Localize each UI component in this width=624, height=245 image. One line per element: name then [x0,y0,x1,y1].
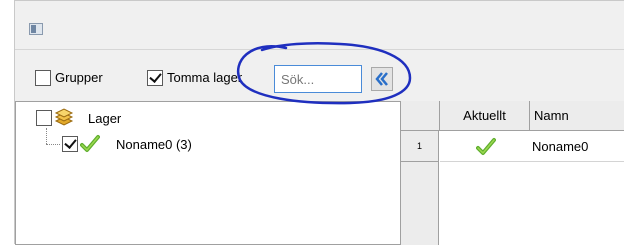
tree-item-label: Noname0 (3) [116,137,192,152]
application-window: Grupper Tomma lager Lager Noname0 (3) [14,0,624,245]
group-checkbox[interactable] [35,70,51,86]
storage-grid: Aktuellt Namn 1 Noname0 [401,101,624,245]
grid-body: 1 Noname0 [401,131,624,245]
collapse-panel-button[interactable] [371,67,393,91]
green-check-icon [476,138,496,155]
double-chevron-left-icon [375,72,388,86]
grid-corner-cell[interactable] [401,101,440,131]
stack-icon [54,108,74,126]
tree-root-label: Lager [88,111,122,126]
search-input[interactable] [274,65,362,93]
table-row-name-cell[interactable]: Noname0 [530,131,624,162]
tree-connector [46,144,60,145]
tree-root-checkbox[interactable] [36,110,52,126]
row-header-fill [401,162,439,245]
tree-connector [46,128,47,144]
grid-header: Aktuellt Namn [401,101,624,131]
storage-tree[interactable]: Lager Noname0 (3) [15,101,401,245]
empty-storage-checkbox[interactable] [147,70,163,86]
column-header-name[interactable]: Namn [530,101,624,131]
green-check-icon [80,135,100,152]
tree-item-checkbox[interactable] [62,136,78,152]
group-label: Grupper [55,70,103,85]
title-divider [15,49,624,50]
empty-storage-label: Tomma lager [167,70,243,85]
table-row-current-cell[interactable] [440,131,530,162]
column-header-current[interactable]: Aktuellt [440,101,530,131]
row-header[interactable]: 1 [401,131,439,162]
window-icon [29,23,43,35]
